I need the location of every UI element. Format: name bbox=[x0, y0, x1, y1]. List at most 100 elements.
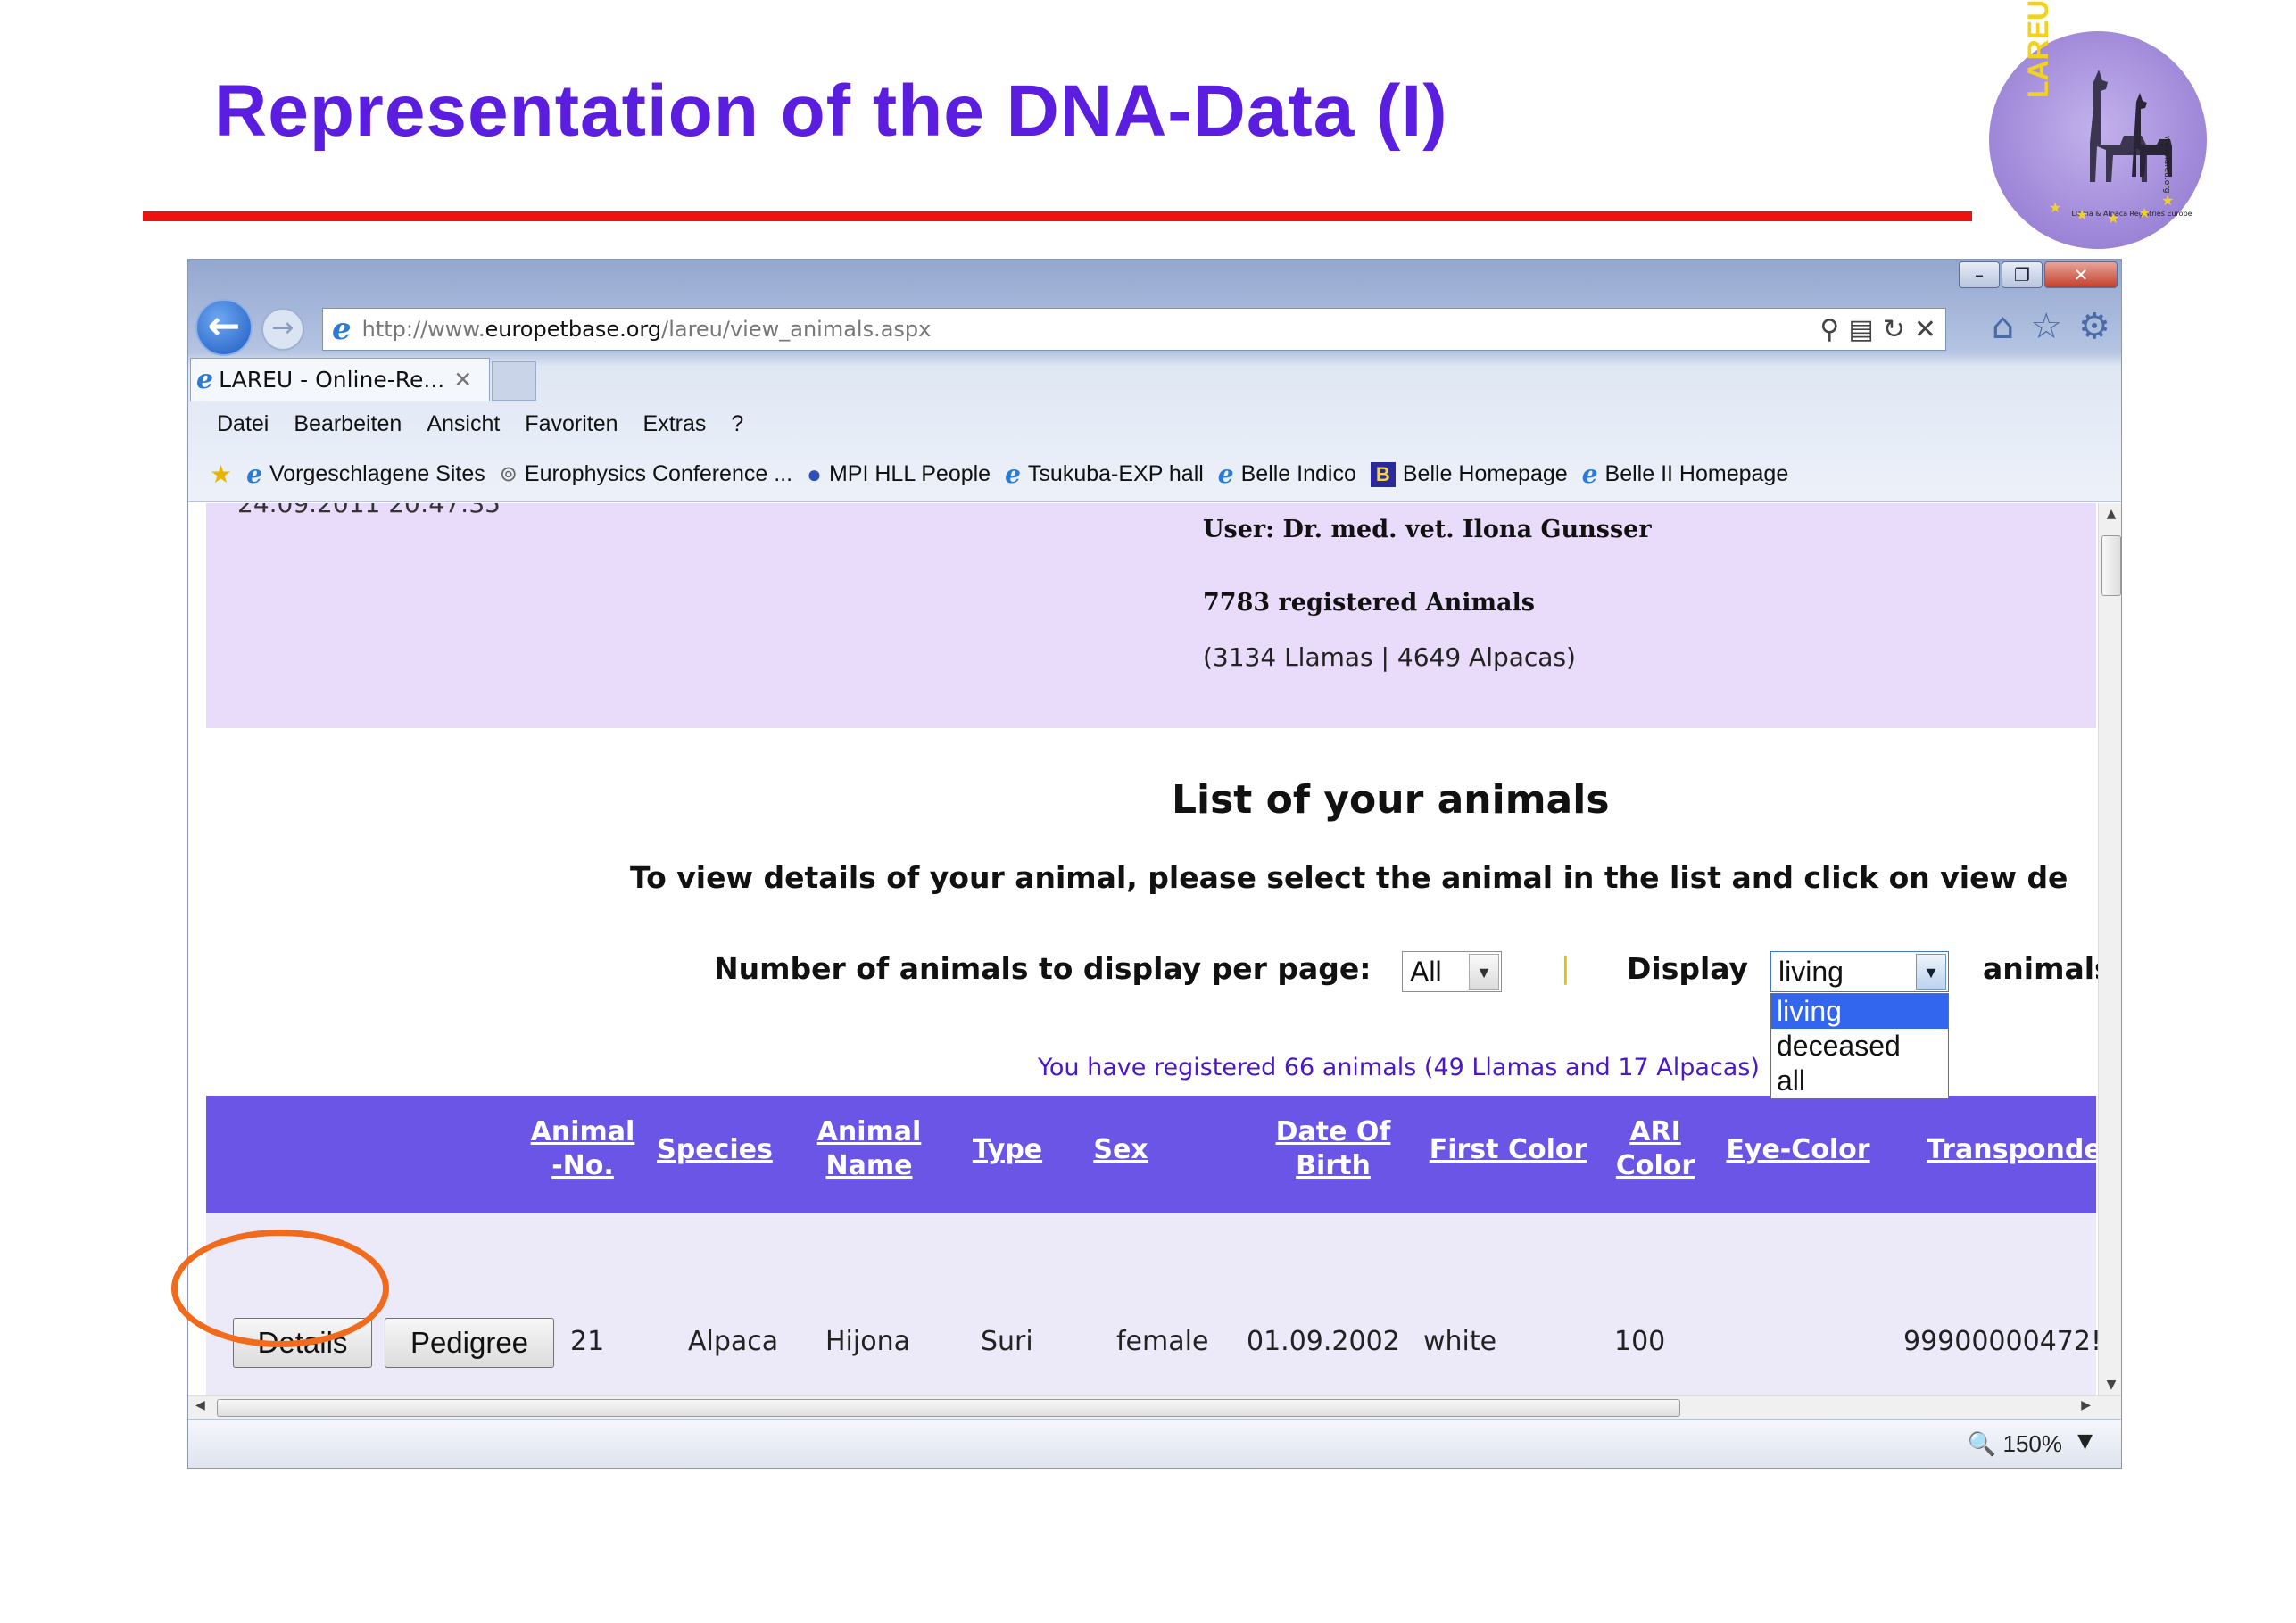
fav-tsukuba[interactable]: e Tsukuba-EXP hall bbox=[1005, 460, 1204, 489]
cell-transponder: 99900000472! bbox=[1903, 1326, 2098, 1357]
option-all[interactable]: all bbox=[1771, 1064, 1948, 1098]
fav-vorgeschlagene-sites[interactable]: e Vorgeschlagene Sites bbox=[246, 460, 485, 489]
ie-tab-icon: e bbox=[196, 364, 214, 395]
list-title: List of your animals bbox=[1172, 777, 1610, 823]
slide-title: Representation of the DNA-Data (I) bbox=[214, 70, 1448, 152]
address-bar[interactable]: e http://www.europetbase.org/lareu/view_… bbox=[322, 308, 1946, 351]
timestamp: 24.09.2011 20:47:35 bbox=[237, 503, 501, 518]
url-text[interactable]: http://www.europetbase.org/lareu/view_an… bbox=[362, 317, 932, 342]
search-icon[interactable]: ⚲ bbox=[1819, 314, 1839, 345]
vertical-scroll-thumb[interactable] bbox=[2101, 535, 2121, 596]
fav-belle-indico[interactable]: e Belle Indico bbox=[1218, 460, 1356, 489]
gear-icon[interactable]: ⚙ bbox=[2078, 306, 2110, 347]
ie-icon: e bbox=[1217, 460, 1234, 489]
cell-type: Suri bbox=[981, 1326, 1033, 1357]
menu-help[interactable]: ? bbox=[731, 411, 743, 437]
scroll-right-icon[interactable]: ▶ bbox=[2081, 1398, 2091, 1412]
cell-ari-color: 100 bbox=[1614, 1326, 1666, 1357]
registered-count: 7783 registered Animals bbox=[1203, 589, 1535, 617]
per-page-label: Number of animals to display per page: bbox=[714, 951, 1372, 986]
table-row: Details Pedigree 21 Alpaca Hijona Suri f… bbox=[206, 1213, 2098, 1395]
cell-first-color: white bbox=[1423, 1326, 1497, 1357]
fav-belle-homepage[interactable]: B Belle Homepage bbox=[1370, 461, 1568, 487]
display-filter-select[interactable]: living ▼ bbox=[1770, 951, 1949, 992]
ie-icon: e bbox=[246, 460, 262, 489]
chevron-down-icon[interactable]: ▼ bbox=[2077, 1430, 2093, 1453]
new-tab-button[interactable] bbox=[492, 361, 536, 401]
ie-icon: e bbox=[1005, 460, 1021, 489]
fav-mpi-hll[interactable]: ● MPI HLL People bbox=[807, 460, 991, 489]
menu-datei[interactable]: Datei bbox=[217, 411, 269, 437]
user-name: User: Dr. med. vet. Ilona Gunsser bbox=[1203, 516, 1652, 543]
header-eye-color[interactable]: Eye-Color bbox=[1718, 1133, 1878, 1167]
stop-icon[interactable]: ✕ bbox=[1914, 314, 1936, 345]
cell-species: Alpaca bbox=[688, 1326, 779, 1357]
scroll-down-icon[interactable]: ▼ bbox=[2099, 1378, 2121, 1392]
menu-bearbeiten[interactable]: Bearbeiten bbox=[294, 411, 402, 437]
svg-text:★: ★ bbox=[2161, 192, 2174, 209]
header-animal-no[interactable]: Animal -No. bbox=[529, 1115, 636, 1183]
browser-chrome: – ❐ ✕ ← → e http://www.europetbase.org/l… bbox=[188, 260, 2121, 502]
table-header: Animal -No. Species Animal Name Type Sex D… bbox=[206, 1096, 2098, 1213]
favorites-bar: ★ e Vorgeschlagene Sites ⊚ Europhysics Con… bbox=[188, 447, 2121, 502]
menu-ansicht[interactable]: Ansicht bbox=[427, 411, 500, 437]
favorites-star-icon[interactable]: ☆ bbox=[2030, 306, 2062, 347]
browser-window: – ❐ ✕ ← → e http://www.europetbase.org/l… bbox=[187, 259, 2122, 1469]
header-species[interactable]: Species bbox=[652, 1133, 777, 1167]
cell-sex: female bbox=[1116, 1326, 1209, 1357]
forward-button[interactable]: → bbox=[261, 308, 304, 351]
chevron-down-icon[interactable]: ▼ bbox=[1469, 954, 1499, 990]
scroll-left-icon[interactable]: ◀ bbox=[195, 1398, 205, 1412]
header-animal-name[interactable]: Animal Name bbox=[811, 1115, 927, 1183]
horizontal-scroll-thumb[interactable] bbox=[217, 1399, 1680, 1417]
close-tab-icon[interactable]: ✕ bbox=[453, 367, 472, 393]
registered-note: You have registered 66 animals (49 Llama… bbox=[1038, 1054, 1760, 1081]
menu-favoriten[interactable]: Favoriten bbox=[525, 411, 618, 437]
globe-icon: ● bbox=[807, 460, 822, 488]
header-type[interactable]: Type bbox=[963, 1133, 1052, 1167]
species-breakdown: (3134 Llamas | 4649 Alpacas) bbox=[1203, 642, 1576, 672]
minimize-button[interactable]: – bbox=[1959, 261, 2000, 288]
header-first-color[interactable]: First Color bbox=[1423, 1133, 1593, 1167]
close-window-button[interactable]: ✕ bbox=[2044, 261, 2118, 288]
back-button[interactable]: ← bbox=[195, 299, 253, 356]
favorites-star-icon[interactable]: ★ bbox=[210, 460, 232, 489]
header-transponder[interactable]: Transponde bbox=[1927, 1133, 2098, 1167]
option-living[interactable]: living bbox=[1771, 994, 1948, 1029]
menu-extras[interactable]: Extras bbox=[643, 411, 707, 437]
svg-text:★: ★ bbox=[2049, 199, 2061, 216]
header-date-of-birth[interactable]: Date Of Birth bbox=[1266, 1115, 1400, 1183]
title-underline bbox=[143, 211, 1972, 221]
zoom-level[interactable]: 🔍 150% bbox=[1968, 1430, 2062, 1458]
pedigree-button[interactable]: Pedigree bbox=[385, 1318, 554, 1368]
page-content: 24.09.2011 20:47:35 User: Dr. med. vet. … bbox=[188, 503, 2098, 1395]
per-page-select[interactable]: All ▼ bbox=[1402, 951, 1502, 992]
user-banner: 24.09.2011 20:47:35 User: Dr. med. vet. … bbox=[206, 503, 2096, 728]
header-sex[interactable]: Sex bbox=[1085, 1133, 1156, 1167]
tab-lareu[interactable]: e LAREU - Online-Re... ✕ bbox=[190, 358, 490, 401]
status-bar: 🔍 150% ▼ bbox=[188, 1419, 2121, 1468]
ie-page-icon: e bbox=[332, 311, 352, 347]
option-deceased[interactable]: deceased bbox=[1771, 1029, 1948, 1064]
home-icon[interactable]: ⌂ bbox=[1992, 306, 2014, 347]
ie-icon: e bbox=[1581, 460, 1598, 489]
lareu-logo: Llama & Alpaca Registries Europe www.lar… bbox=[1986, 0, 2209, 252]
chevron-down-icon[interactable]: ▼ bbox=[1916, 954, 1946, 990]
tab-title: LAREU - Online-Re... bbox=[219, 367, 445, 393]
fav-europhysics[interactable]: ⊚ Europhysics Conference ... bbox=[500, 461, 792, 487]
belle-icon: B bbox=[1370, 461, 1396, 487]
web-slice-icon: ⊚ bbox=[499, 462, 518, 486]
animals-label: animals bbox=[1983, 951, 2098, 986]
cell-name: Hijona bbox=[825, 1326, 910, 1357]
refresh-icon[interactable]: ↻ bbox=[1883, 314, 1905, 345]
fav-belle2-homepage[interactable]: e Belle II Homepage bbox=[1582, 460, 1789, 489]
restore-button[interactable]: ❐ bbox=[2002, 261, 2043, 288]
scroll-up-icon[interactable]: ▲ bbox=[2099, 507, 2121, 521]
svg-text:★: ★ bbox=[2076, 206, 2088, 223]
header-ari-color[interactable]: ARI Color bbox=[1611, 1115, 1700, 1183]
details-highlight-circle bbox=[171, 1230, 389, 1347]
horizontal-scrollbar[interactable]: ◀ ▶ bbox=[188, 1395, 2121, 1419]
vertical-scrollbar[interactable]: ▲ ▼ bbox=[2098, 503, 2121, 1395]
compatibility-view-icon[interactable]: ▤ bbox=[1848, 314, 1873, 345]
window-controls: – ❐ ✕ bbox=[1959, 261, 2118, 288]
